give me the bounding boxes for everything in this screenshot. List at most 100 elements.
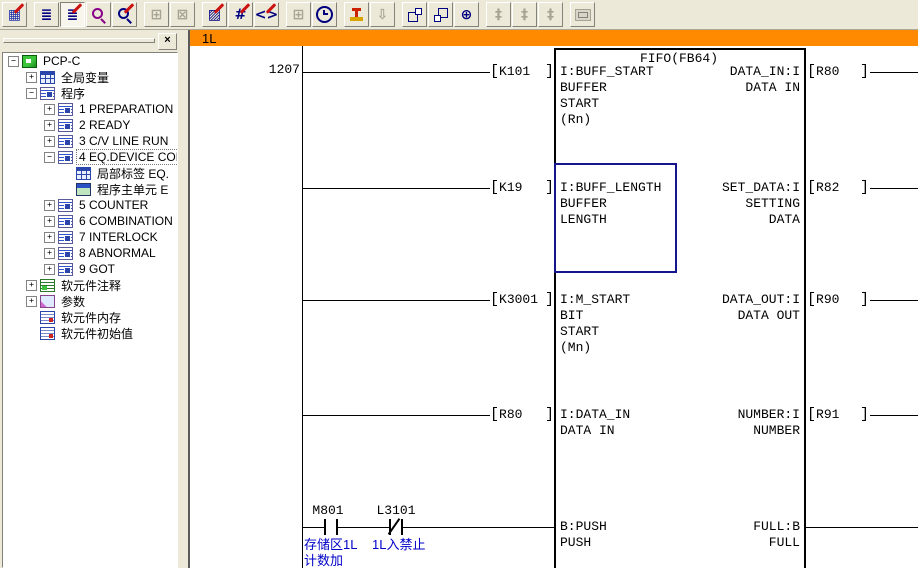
tree-item-label[interactable]: 5 COUNTER [77, 198, 150, 212]
tree-item-label[interactable]: 3 C/V LINE RUN [77, 134, 170, 148]
fb-output-pin[interactable]: DATA_IN:I [645, 64, 800, 80]
tree-item-8-abnormal[interactable]: +8 ABNORMAL [3, 245, 177, 261]
pin-comment: START [560, 324, 599, 340]
param-icon [40, 295, 55, 308]
expand-icon[interactable]: + [44, 216, 55, 227]
tree-item-label[interactable]: 全局变量 [59, 69, 111, 86]
output-operand-cell[interactable]: [R90] [807, 292, 869, 308]
fb-tree-edit-icon[interactable]: ≣ [60, 2, 85, 27]
ladder-edit-icon[interactable]: ▨ [202, 2, 227, 27]
expand-icon[interactable]: + [44, 104, 55, 115]
ladder-monitor-icon[interactable]: ▦ [2, 2, 27, 27]
fb-output-pin[interactable]: NUMBER:I [645, 407, 800, 423]
global-search-icon[interactable]: ⊕ [454, 2, 479, 27]
fb-input-pin[interactable]: I:M_START [560, 292, 630, 308]
expand-icon[interactable]: + [44, 136, 55, 147]
tree-item-label[interactable]: 程序主单元 E [95, 181, 170, 198]
expand-icon[interactable]: + [26, 72, 37, 83]
tree-item-label[interactable]: 软元件内存 [59, 309, 123, 326]
window-forward-icon[interactable] [428, 2, 453, 27]
tree-item--[interactable]: + 软元件注释 [3, 277, 177, 293]
fb-input-pin[interactable]: I:DATA_IN [560, 407, 630, 423]
pin-comment: (Mn) [560, 340, 591, 356]
collapse-icon[interactable]: − [26, 88, 37, 99]
input-operand-cell[interactable]: [K3001] [490, 292, 554, 308]
tree-item-9-got[interactable]: +9 GOT [3, 261, 177, 277]
collapse-icon[interactable]: − [8, 56, 19, 67]
contact-device-label[interactable]: L3101 [368, 503, 424, 518]
ladder-tab-label: 1L [202, 31, 216, 46]
zoom-monitor-icon [91, 7, 106, 22]
tree-item--[interactable]: − 程序 [3, 85, 177, 101]
bracket-open: [ [807, 64, 816, 80]
tree-item-label[interactable]: 9 GOT [77, 262, 117, 276]
input-operand-cell[interactable]: [R80] [490, 407, 554, 423]
expand-icon[interactable]: + [26, 280, 37, 291]
tree-item-label[interactable]: 4 EQ.DEVICE CON [77, 150, 178, 164]
tree-item-label[interactable]: 6 COMBINATION LI [77, 214, 178, 228]
input-operand-cell[interactable]: [K101] [490, 64, 554, 80]
tree-item-pcp-c[interactable]: − PCP-C [3, 53, 177, 69]
tree-item-label[interactable]: PCP-C [41, 54, 82, 68]
panel-drag-handle[interactable] [3, 38, 155, 43]
expand-icon[interactable]: + [44, 200, 55, 211]
input-operand-cell[interactable]: [K19] [490, 180, 554, 196]
tree-item--e[interactable]: 程序主单元 E [3, 181, 177, 197]
expand-icon[interactable]: + [44, 232, 55, 243]
tree-item-label[interactable]: 程序 [59, 85, 87, 102]
table-icon [40, 71, 55, 84]
expand-icon[interactable]: + [44, 120, 55, 131]
tree-item-label[interactable]: 局部标签 EQ. [95, 165, 171, 182]
output-operand-cell[interactable]: [R82] [807, 180, 869, 196]
tree-item--[interactable]: 软元件内存 [3, 309, 177, 325]
entry-monitor-icon[interactable] [312, 2, 337, 27]
output-operand-cell[interactable]: [R80] [807, 64, 869, 80]
rung-line [302, 415, 490, 416]
fb-input-pin[interactable]: I:BUFF_START [560, 64, 654, 80]
tree-item--[interactable]: 软元件初始值 [3, 325, 177, 341]
tree-item-4-eq-device-con[interactable]: − 4 EQ.DEVICE CON [3, 149, 177, 165]
write-to-plc-icon: ⊠ [177, 8, 189, 22]
zoom-monitor-icon[interactable] [86, 2, 111, 27]
fb-output-pin[interactable]: DATA_OUT:I [645, 292, 800, 308]
rung-line [302, 300, 490, 301]
tree-item-6-combination-li[interactable]: +6 COMBINATION LI [3, 213, 177, 229]
contact-device-label[interactable]: M801 [303, 503, 353, 518]
device-test-icon[interactable] [344, 2, 369, 27]
tree-item-5-counter[interactable]: +5 COUNTER [3, 197, 177, 213]
tree-item-label[interactable]: 软元件初始值 [59, 325, 135, 342]
tree-item-1-preparation[interactable]: +1 PREPARATION [3, 101, 177, 117]
fb-input-pin[interactable]: B:PUSH [560, 519, 607, 535]
step-number: 1207 [220, 62, 300, 78]
output-operand-cell[interactable]: [R91] [807, 407, 869, 423]
rung-line [403, 527, 554, 528]
fb-tree-icon[interactable]: ≣ [34, 2, 59, 27]
device-comment: 1L入禁止 [372, 537, 425, 552]
close-icon[interactable]: × [158, 33, 177, 50]
tree-item-label[interactable]: 8 ABNORMAL [77, 246, 158, 260]
tree-item-2-ready[interactable]: +2 READY [3, 117, 177, 133]
expand-icon[interactable]: + [44, 248, 55, 259]
device-edit-icon[interactable]: <> [254, 2, 279, 27]
fb-ladder-editor-window: ▦≣≣⊞⊠▨#<>⊞⇩⊕‡‡‡ × −PCP-C+全局变量−程序+1 PREPA… [0, 0, 918, 568]
fb-output-pin[interactable]: SET_DATA:I [645, 180, 800, 196]
expand-icon[interactable]: + [44, 264, 55, 275]
tree-item-7-interlock[interactable]: +7 INTERLOCK [3, 229, 177, 245]
fb-output-pin[interactable]: FULL:B [645, 519, 800, 535]
tree-item--[interactable]: + 全局变量 [3, 69, 177, 85]
tree-item-3-c-v-line-run[interactable]: +3 C/V LINE RUN [3, 133, 177, 149]
tree-item-label[interactable]: 2 READY [77, 118, 132, 132]
window-back-icon[interactable] [402, 2, 427, 27]
zoom-edit-icon[interactable] [112, 2, 137, 27]
tree-item--[interactable]: + 参数 [3, 293, 177, 309]
program-icon [58, 231, 73, 244]
collapse-icon[interactable]: − [44, 152, 55, 163]
tree-item-label[interactable]: 参数 [59, 293, 87, 310]
tree-item-label[interactable]: 7 INTERLOCK [77, 230, 160, 244]
expand-icon[interactable]: + [26, 296, 37, 307]
tree-item-label[interactable]: 软元件注释 [59, 277, 123, 294]
tree-item--eq-[interactable]: 局部标签 EQ. [3, 165, 177, 181]
line-edit-icon[interactable]: # [228, 2, 253, 27]
rung-line [870, 415, 918, 416]
tree-item-label[interactable]: 1 PREPARATION [77, 102, 175, 116]
